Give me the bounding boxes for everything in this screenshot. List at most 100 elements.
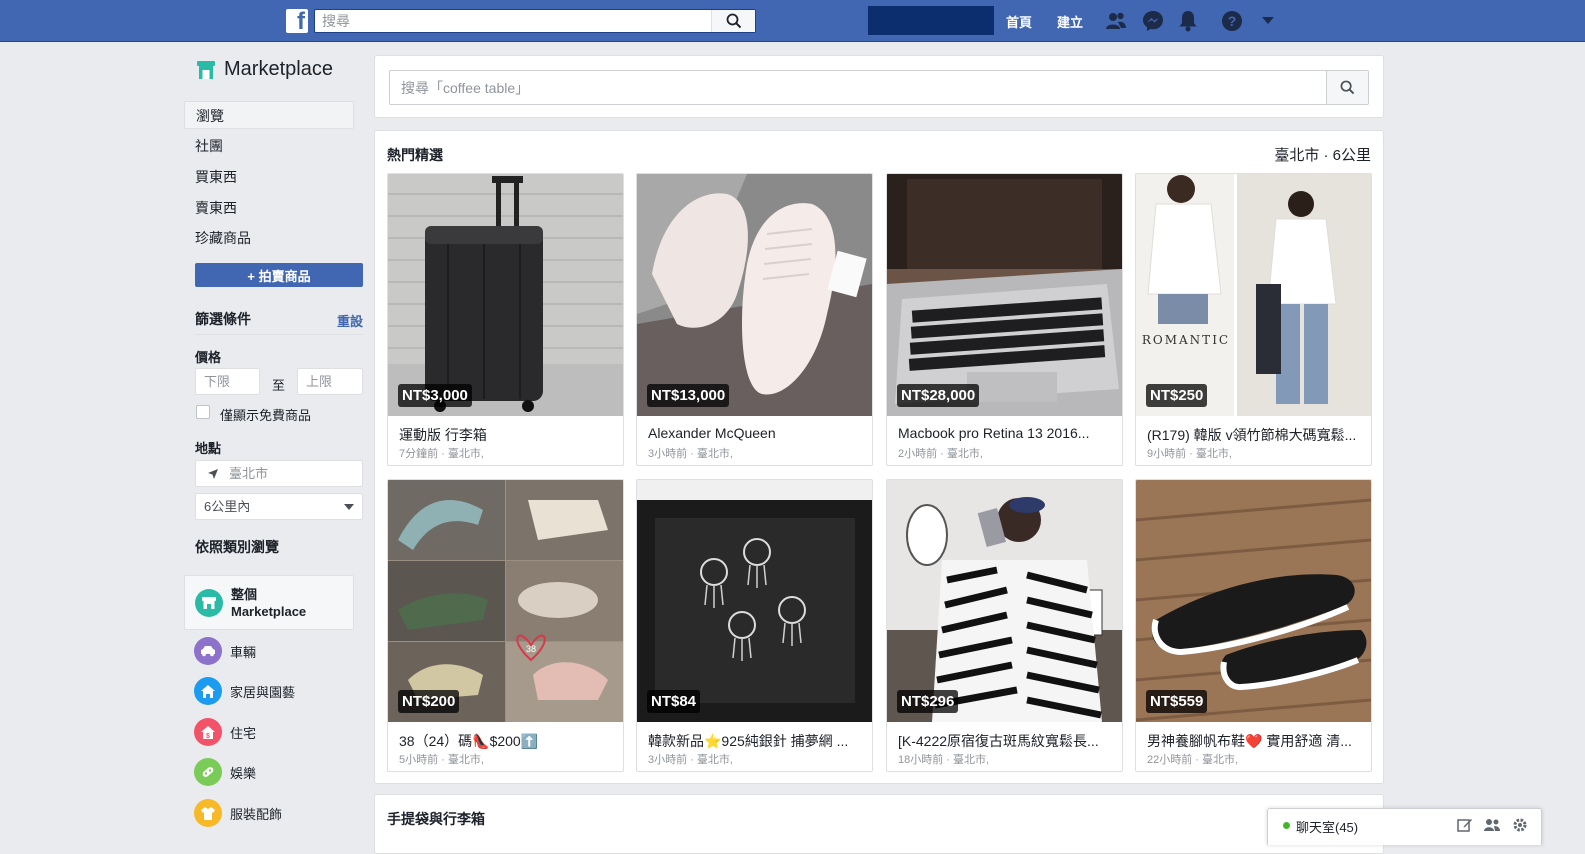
storefront-icon xyxy=(195,588,223,617)
listing-meta: 3小時前 · 臺北市, xyxy=(648,754,733,766)
chat-settings-gear-icon[interactable] xyxy=(1511,816,1529,834)
listing-image-canvas-shoes[interactable]: NT$559 xyxy=(1136,480,1371,722)
free-only-label: 僅顯示免費商品 xyxy=(220,408,312,423)
listing-card[interactable]: NT$559 男神養腳帆布鞋❤️ 實用舒適 清... 22小時前 · 臺北市, xyxy=(1135,479,1372,772)
chevron-down-icon xyxy=(344,504,354,510)
listing-price: NT$84 xyxy=(647,690,701,713)
listing-price: NT$250 xyxy=(1146,384,1208,407)
category-vehicles[interactable]: 車輛 xyxy=(184,631,354,671)
group-chat-icon[interactable] xyxy=(1483,816,1501,834)
account-menu-chevron-down-icon[interactable] xyxy=(1256,9,1280,33)
messenger-icon[interactable] xyxy=(1141,9,1165,33)
category-entertainment[interactable]: 娛樂 xyxy=(184,752,354,792)
listing-card[interactable]: 38 NT$200 38（24）碼👠$200⬆️ 5小時前 · 臺北市, xyxy=(387,479,624,772)
bags-luggage-title: 手提袋與行李箱 xyxy=(387,811,485,827)
listing-card[interactable]: NT$13,000 Alexander McQueen 3小時前 · 臺北市, xyxy=(636,173,873,466)
listing-image-laptop[interactable]: NT$28,000 xyxy=(887,174,1122,416)
listing-card[interactable]: NT$84 韓款新品⭐925純銀針 捕夢網 ... 3小時前 · 臺北市, xyxy=(636,479,873,772)
location-value: 臺北市 xyxy=(229,466,269,481)
location-radius-link[interactable]: 臺北市 · 6公里 xyxy=(1274,144,1371,165)
featured-listings-panel: 熱門精選 臺北市 · 6公里 NT$3,000 運動版 行李箱 7分鐘前 · 臺… xyxy=(374,130,1384,784)
listing-title[interactable]: Alexander McQueen xyxy=(648,425,863,441)
listing-image-shoes-collage[interactable]: 38 NT$200 xyxy=(388,480,623,722)
price-min-input[interactable]: 下限 xyxy=(195,368,260,395)
listing-price: NT$296 xyxy=(897,690,959,713)
listing-image-shirt[interactable]: ROMANTIC NT$250 xyxy=(1136,174,1371,416)
listing-price: NT$3,000 xyxy=(398,384,472,407)
heart-number-text: 38 xyxy=(526,644,536,654)
create-link[interactable]: 建立 xyxy=(1057,12,1083,31)
category-label: 住宅 xyxy=(230,725,257,741)
category-label: 娛樂 xyxy=(230,765,257,781)
svg-text:?: ? xyxy=(1228,13,1237,29)
top-search-input[interactable] xyxy=(315,10,705,32)
listing-card[interactable]: NT$28,000 Macbook pro Retina 13 2016... … xyxy=(886,173,1123,466)
top-search-button[interactable] xyxy=(711,10,755,32)
house-icon xyxy=(194,677,222,705)
car-icon xyxy=(194,637,222,665)
new-message-icon[interactable] xyxy=(1456,816,1474,834)
listing-image-earrings[interactable]: NT$84 xyxy=(637,480,872,722)
chat-sidebar-bar[interactable]: 聊天室(45) xyxy=(1267,808,1542,845)
listing-title[interactable]: 韓款新品⭐925純銀針 捕夢網 ... xyxy=(648,731,863,751)
sidebar-nav-groups[interactable]: 社團 xyxy=(184,132,354,160)
marketplace-search-button[interactable] xyxy=(1326,71,1368,104)
listing-card[interactable]: ROMANTIC NT$250 (R179) 韓版 v領竹節棉大碼寬鬆... 9… xyxy=(1135,173,1372,466)
friend-requests-icon[interactable] xyxy=(1104,9,1128,33)
listing-title[interactable]: (R179) 韓版 v領竹節棉大碼寬鬆... xyxy=(1147,425,1362,445)
online-status-dot xyxy=(1283,822,1290,829)
marketplace-search-input[interactable] xyxy=(390,71,1320,104)
category-housing[interactable]: $ 住宅 xyxy=(184,712,354,752)
category-all-marketplace[interactable]: 整個 Marketplace xyxy=(184,575,354,630)
listing-meta: 2小時前 · 臺北市, xyxy=(898,448,983,460)
listing-title[interactable]: [K-4222原宿復古斑馬紋寬鬆長... xyxy=(898,731,1113,751)
listing-title[interactable]: Macbook pro Retina 13 2016... xyxy=(898,425,1113,441)
radius-select[interactable]: 6公里內 xyxy=(195,493,363,520)
listing-meta: 5小時前 · 臺北市, xyxy=(399,754,484,766)
category-label: 車輛 xyxy=(230,644,257,660)
sidebar-nav-selling[interactable]: 賣東西 xyxy=(184,194,354,222)
category-home-garden[interactable]: 家居與園藝 xyxy=(184,671,354,711)
price-max-input[interactable]: 上限 xyxy=(297,368,363,395)
chat-label[interactable]: 聊天室(45) xyxy=(1296,817,1358,836)
notifications-bell-icon[interactable] xyxy=(1176,9,1200,33)
home-price-icon: $ xyxy=(194,718,222,746)
location-input[interactable]: 臺北市 xyxy=(195,460,363,487)
listing-card[interactable]: NT$296 [K-4222原宿復古斑馬紋寬鬆長... 18小時前 · 臺北市, xyxy=(886,479,1123,772)
listing-title[interactable]: 運動版 行李箱 xyxy=(399,425,614,445)
listing-meta: 18小時前 · 臺北市, xyxy=(898,754,990,766)
listing-image-zebra-shirt[interactable]: NT$296 xyxy=(887,480,1122,722)
home-link[interactable]: 首頁 xyxy=(1006,12,1032,31)
gamepad-icon xyxy=(194,758,222,786)
sidebar-nav-buying[interactable]: 買東西 xyxy=(184,163,354,191)
profile-link[interactable] xyxy=(868,6,994,35)
category-label: 服裝配飾 xyxy=(230,806,283,822)
listing-image-suitcase[interactable]: NT$3,000 xyxy=(388,174,623,416)
free-only-checkbox[interactable] xyxy=(196,405,210,419)
listing-price: NT$28,000 xyxy=(897,384,980,407)
top-search-bar xyxy=(314,9,756,33)
reset-filters-link[interactable]: 重設 xyxy=(337,311,363,330)
featured-title: 熱門精選 xyxy=(387,147,443,163)
sell-item-button[interactable]: + 拍賣商品 xyxy=(195,263,363,287)
facebook-logo-icon[interactable]: f xyxy=(286,9,308,33)
listing-meta: 22小時前 · 臺北市, xyxy=(1147,754,1239,766)
price-to-label: 至 xyxy=(272,378,286,393)
location-label: 地點 xyxy=(195,441,222,456)
listing-image-sneakers[interactable]: NT$13,000 xyxy=(637,174,872,416)
listing-title[interactable]: 38（24）碼👠$200⬆️ xyxy=(399,731,614,751)
help-icon[interactable]: ? xyxy=(1220,9,1244,33)
sidebar-nav-saved[interactable]: 珍藏商品 xyxy=(184,224,354,252)
search-icon xyxy=(726,13,741,29)
listing-title[interactable]: 男神養腳帆布鞋❤️ 實用舒適 清... xyxy=(1147,731,1362,751)
price-label: 價格 xyxy=(195,350,222,365)
listing-meta: 9小時前 · 臺北市, xyxy=(1147,448,1232,460)
marketplace-shop-icon xyxy=(197,60,215,79)
marketplace-search-panel xyxy=(374,55,1384,118)
listing-price: NT$200 xyxy=(398,690,460,713)
category-clothing[interactable]: 服裝配飾 xyxy=(184,793,354,833)
location-arrow-icon xyxy=(208,468,218,479)
sidebar-nav-browse[interactable]: 瀏覽 xyxy=(184,101,354,129)
listing-price: NT$559 xyxy=(1146,690,1208,713)
listing-card[interactable]: NT$3,000 運動版 行李箱 7分鐘前 · 臺北市, xyxy=(387,173,624,466)
